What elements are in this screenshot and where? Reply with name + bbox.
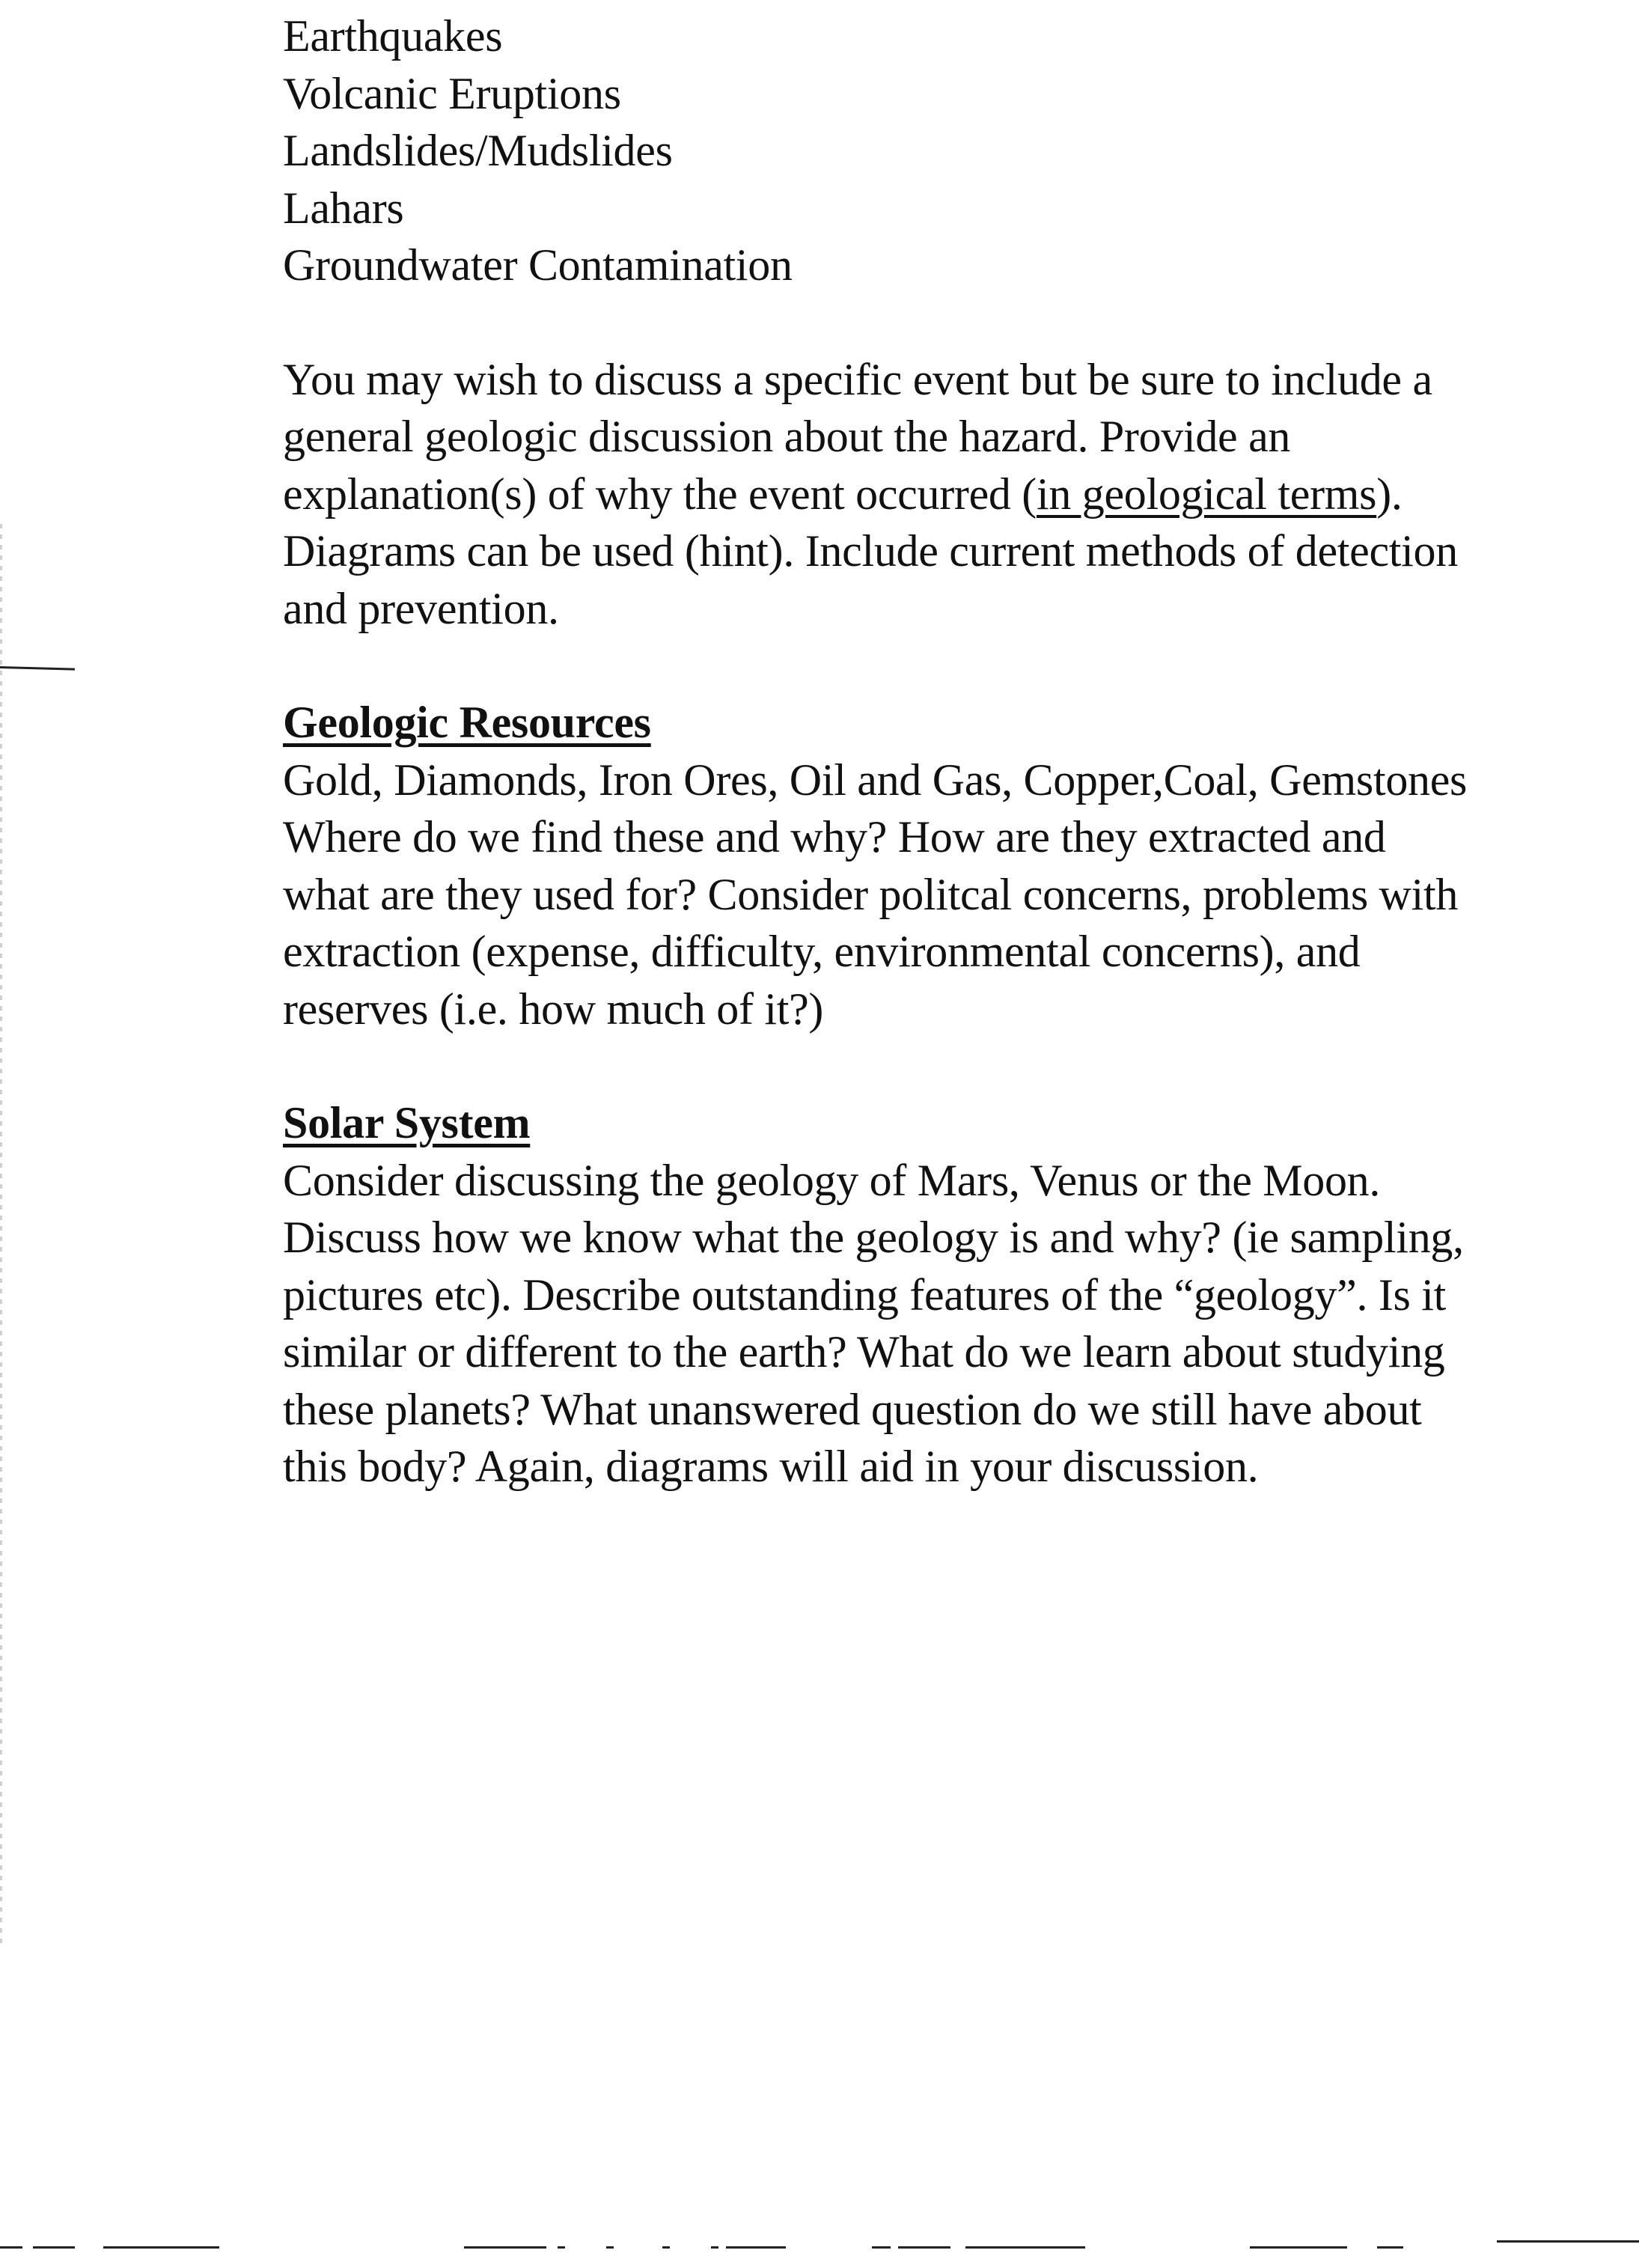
scan-bottom-artifact (711, 2246, 718, 2249)
scan-bottom-artifact (0, 2246, 22, 2249)
paragraph-line: similar or different to the earth? What … (283, 1327, 1445, 1377)
paragraph-line: Gold, Diamonds, Iron Ores, Oil and Gas, … (283, 755, 1468, 805)
paragraph-line: explanation(s) of why the event occurred… (283, 466, 1630, 523)
scan-bottom-artifact (726, 2246, 786, 2249)
paragraph-text: ). (1376, 469, 1403, 519)
paragraph-line: general geologic discussion about the ha… (283, 412, 1291, 461)
list-item: Landslides/Mudslides (283, 126, 673, 175)
hazards-paragraph: You may wish to discuss a specific event… (283, 351, 1630, 638)
list-item: Lahars (283, 183, 404, 233)
underlined-emphasis: in geological terms (1037, 469, 1377, 519)
scan-margin-mark (0, 666, 76, 671)
scan-bottom-artifact (103, 2246, 219, 2249)
paragraph-line: these planets? What unanswered question … (283, 1384, 1422, 1434)
hazards-list: Earthquakes Volcanic Eruptions Landslide… (283, 7, 1630, 294)
scanned-page: Earthquakes Volcanic Eruptions Landslide… (0, 0, 1639, 2268)
list-item: Volcanic Eruptions (283, 68, 621, 118)
scan-bottom-artifact (872, 2246, 891, 2249)
scan-bottom-artifact (1250, 2246, 1347, 2249)
scan-bottom-artifact (1377, 2246, 1403, 2249)
list-item: Groundwater Contamination (283, 240, 793, 290)
scan-bottom-artifact (464, 2246, 546, 2249)
scan-bottom-artifact (898, 2246, 950, 2249)
list-item: Earthquakes (283, 11, 503, 61)
section-heading: Geologic Resources (283, 698, 651, 747)
paragraph-line: Diagrams can be used (hint). Include cur… (283, 526, 1458, 576)
geologic-resources-section: Geologic Resources Gold, Diamonds, Iron … (283, 694, 1630, 1037)
document-body: Earthquakes Volcanic Eruptions Landslide… (283, 7, 1630, 1496)
paragraph-line: and prevention. (283, 583, 559, 633)
section-heading: Solar System (283, 1098, 531, 1147)
scan-bottom-artifact (965, 2246, 1085, 2249)
paragraph-line: this body? Again, diagrams will aid in y… (283, 1442, 1259, 1491)
scan-bottom-artifact (606, 2246, 614, 2249)
paragraph-line: extraction (expense, difficulty, environ… (283, 927, 1361, 976)
paragraph-line: Discuss how we know what the geology is … (283, 1213, 1464, 1262)
scan-bottom-artifact (1497, 2240, 1639, 2243)
paragraph-line: pictures etc). Describe outstanding feat… (283, 1269, 1447, 1320)
scan-bottom-artifact (33, 2246, 75, 2249)
paragraph-text: explanation(s) of why the event occurred… (283, 469, 1037, 519)
scan-bottom-artifact (662, 2246, 670, 2249)
paragraph-line: what are they used for? Consider politca… (283, 869, 1459, 919)
paragraph-line: Where do we find these and why? How are … (283, 812, 1386, 862)
scan-bottom-artifact (558, 2246, 565, 2249)
paragraph-line: Consider discussing the geology of Mars,… (283, 1155, 1381, 1205)
scan-edge-artifact (0, 524, 2, 1946)
paragraph-line: reserves (i.e. how much of it?) (283, 984, 824, 1034)
solar-system-section: Solar System Consider discussing the geo… (283, 1094, 1630, 1496)
paragraph-line: You may wish to discuss a specific event… (283, 354, 1432, 404)
